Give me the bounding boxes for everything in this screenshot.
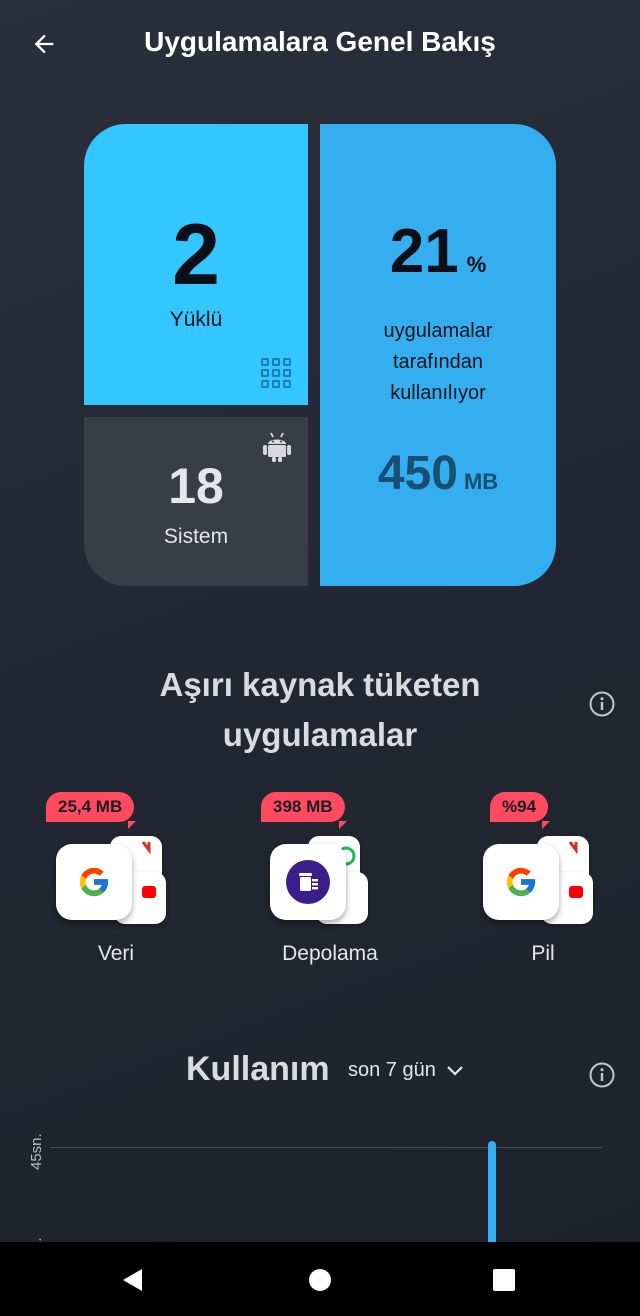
- resource-hogs-title-line-2: uygulamalar: [222, 716, 418, 753]
- usage-line-1: uygulamalar: [383, 320, 493, 342]
- nav-back-button[interactable]: [117, 1264, 149, 1296]
- data-hog-item[interactable]: 25,4 MB Veri: [36, 792, 196, 972]
- battery-hog-item[interactable]: %94 Pil: [463, 792, 623, 972]
- google-icon: [506, 867, 536, 897]
- installed-count: 2: [172, 207, 220, 303]
- page-title: Uygulamalara Genel Bakış: [144, 26, 496, 57]
- app-icon-front: [56, 844, 132, 920]
- cleaner-icon: [286, 860, 330, 904]
- google-icon: [79, 867, 109, 897]
- nav-recents-button[interactable]: [488, 1264, 520, 1296]
- storage-usage-tile[interactable]: 21% uygulamalar tarafından kullanılıyor …: [320, 124, 556, 586]
- chevron-down-icon: [447, 1065, 463, 1076]
- resource-hogs-title: Aşırı kaynak tüketen uygulamalar: [120, 660, 520, 760]
- usage-title: Kullanım: [186, 1050, 330, 1088]
- app-icon-front: [483, 844, 559, 920]
- usage-description: uygulamalar tarafından kullanılıyor: [320, 316, 556, 409]
- usage-size-unit: MB: [463, 469, 499, 494]
- system-apps-tile[interactable]: 18 Sistem: [84, 417, 308, 586]
- installed-apps-tile[interactable]: 2 Yüklü: [84, 124, 308, 405]
- app-icon-front: [270, 844, 346, 920]
- storage-hog-item[interactable]: 398 MB Depolama: [250, 792, 410, 972]
- battery-usage-badge: %94: [490, 792, 551, 829]
- usage-chart: 45sn. n.: [0, 1112, 640, 1242]
- battery-hog-label: Pil: [531, 942, 555, 965]
- system-label: Sistem: [163, 525, 229, 548]
- nav-home-button[interactable]: [304, 1264, 336, 1296]
- usage-percent-row: 21%: [320, 216, 556, 287]
- installed-label: Yüklü: [169, 308, 223, 331]
- percent-symbol: %: [466, 252, 487, 277]
- data-hog-label: Veri: [97, 942, 135, 965]
- range-value: son 7 gün: [348, 1059, 436, 1081]
- usage-size-row: 450 MB: [320, 446, 556, 501]
- storage-usage-badge: 398 MB: [261, 792, 347, 829]
- usage-percent: 21: [389, 217, 459, 286]
- system-nav-bar: [0, 1242, 640, 1316]
- y-tick-label-top: 45sn.: [28, 1133, 45, 1170]
- usage-line-3: kullanılıyor: [390, 382, 486, 404]
- grid-line-top: [50, 1147, 602, 1148]
- usage-bar: [488, 1141, 496, 1242]
- range-dropdown[interactable]: son 7 gün: [348, 1059, 464, 1082]
- circle-home-icon: [309, 1269, 331, 1291]
- data-usage-badge: 25,4 MB: [46, 792, 137, 829]
- info-icon[interactable]: [589, 691, 615, 717]
- square-recents-icon: [493, 1269, 515, 1291]
- info-icon[interactable]: [589, 1062, 615, 1088]
- system-count: 18: [168, 458, 224, 514]
- usage-line-2: tarafından: [392, 351, 484, 373]
- top-app-bar: Uygulamalara Genel Bakış: [0, 0, 640, 90]
- grid-icon: [261, 358, 291, 388]
- resource-hogs-title-line-1: Aşırı kaynak tüketen: [159, 666, 481, 703]
- app-stats-panel: 2 Yüklü 18 Sistem 21 % uygulamalar taraf…: [84, 124, 556, 586]
- triangle-back-icon: [123, 1269, 142, 1291]
- usage-size-value: 450: [377, 447, 458, 500]
- storage-hog-label: Depolama: [282, 942, 378, 965]
